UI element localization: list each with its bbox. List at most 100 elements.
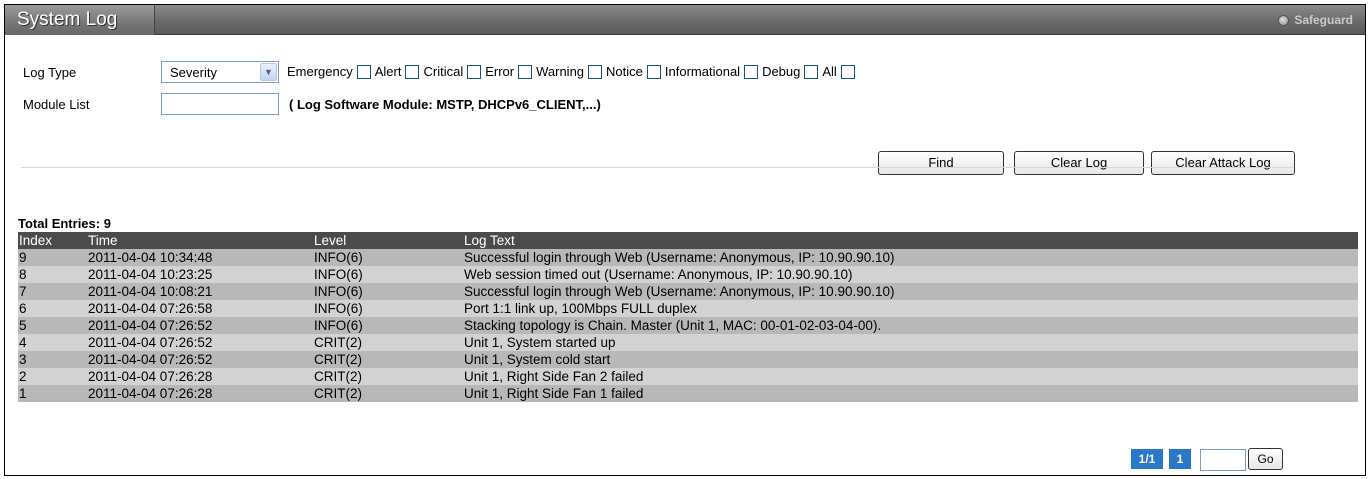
cell-log-text: Unit 1, System cold start — [464, 352, 611, 367]
find-button[interactable]: Find — [878, 151, 1004, 175]
safeguard-label: Safeguard — [1294, 13, 1353, 27]
cell-time: 2011-04-04 10:08:21 — [88, 284, 213, 299]
total-entries: Total Entries: 9 — [18, 216, 111, 231]
warning-checkbox[interactable] — [588, 64, 603, 79]
table-row: 1 2011-04-04 07:26:28 CRIT(2) Unit 1, Ri… — [18, 385, 1358, 402]
clear-log-button[interactable]: Clear Log — [1014, 151, 1144, 175]
cell-index: 1 — [19, 386, 27, 401]
safeguard-status-icon — [1278, 14, 1290, 26]
title-bar: System Log Safeguard — [5, 5, 1365, 35]
severity-notice: Notice — [606, 64, 661, 79]
severity-label: Warning — [536, 64, 585, 79]
table-row: 8 2011-04-04 10:23:25 INFO(6) Web sessio… — [18, 266, 1358, 283]
critical-checkbox[interactable] — [467, 64, 482, 79]
severity-label: Error — [485, 64, 515, 79]
table-row: 5 2011-04-04 07:26:52 INFO(6) Stacking t… — [18, 317, 1358, 334]
cell-index: 2 — [19, 369, 27, 384]
severity-debug: Debug — [762, 64, 819, 79]
cell-level: INFO(6) — [314, 318, 363, 333]
severity-label: Informational — [664, 64, 741, 79]
clear-attack-log-button[interactable]: Clear Attack Log — [1151, 151, 1295, 175]
error-checkbox[interactable] — [518, 64, 533, 79]
cell-level: INFO(6) — [314, 284, 363, 299]
page-1-link[interactable]: 1 — [1169, 449, 1191, 469]
notice-checkbox[interactable] — [646, 64, 661, 79]
all-checkbox[interactable] — [840, 64, 855, 79]
cell-index: 4 — [19, 335, 27, 350]
cell-log-text: Web session timed out (Username: Anonymo… — [464, 267, 853, 282]
section-divider — [21, 167, 1293, 168]
severity-label: Debug — [762, 64, 801, 79]
cell-index: 8 — [19, 267, 27, 282]
severity-critical: Critical — [423, 64, 482, 79]
cell-log-text: Unit 1, Right Side Fan 2 failed — [464, 369, 644, 384]
chevron-down-icon[interactable]: ▼ — [260, 63, 277, 81]
module-list-input[interactable] — [161, 93, 279, 115]
severity-options: Emergency Alert Critical Error Warning N… — [287, 64, 859, 79]
emergency-checkbox[interactable] — [356, 64, 371, 79]
table-row: 4 2011-04-04 07:26:52 CRIT(2) Unit 1, Sy… — [18, 334, 1358, 351]
cell-log-text: Stacking topology is Chain. Master (Unit… — [464, 318, 882, 333]
severity-warning: Warning — [536, 64, 603, 79]
go-button[interactable]: Go — [1248, 448, 1283, 470]
column-header-time: Time — [88, 233, 118, 248]
table-row: 9 2011-04-04 10:34:48 INFO(6) Successful… — [18, 249, 1358, 266]
severity-label: Notice — [606, 64, 643, 79]
system-log-panel: System Log Safeguard Log Type Severity ▼… — [4, 4, 1366, 476]
cell-log-text: Unit 1, Right Side Fan 1 failed — [464, 386, 644, 401]
debug-checkbox[interactable] — [804, 64, 819, 79]
severity-informational: Informational — [664, 64, 759, 79]
severity-all: All — [822, 64, 855, 79]
table-row: 2 2011-04-04 07:26:28 CRIT(2) Unit 1, Ri… — [18, 368, 1358, 385]
cell-time: 2011-04-04 07:26:52 — [88, 335, 213, 350]
severity-label: Alert — [374, 64, 402, 79]
cell-log-text: Successful login through Web (Username: … — [464, 250, 895, 265]
module-list-label: Module List — [23, 97, 90, 112]
cell-level: INFO(6) — [314, 250, 363, 265]
cell-log-text: Unit 1, System started up — [464, 335, 616, 350]
column-header-index: Index — [19, 233, 53, 248]
cell-index: 6 — [19, 301, 27, 316]
module-hint: ( Log Software Module: MSTP, DHCPv6_CLIE… — [289, 97, 601, 112]
table-row: 7 2011-04-04 10:08:21 INFO(6) Successful… — [18, 283, 1358, 300]
cell-time: 2011-04-04 10:23:25 — [88, 267, 213, 282]
column-header-log-text: Log Text — [464, 233, 515, 248]
cell-index: 3 — [19, 352, 27, 367]
alert-checkbox[interactable] — [405, 64, 420, 79]
cell-time: 2011-04-04 10:34:48 — [88, 250, 213, 265]
severity-label: All — [822, 64, 837, 79]
title-tab: System Log — [5, 5, 155, 35]
cell-level: CRIT(2) — [314, 335, 362, 350]
cell-index: 7 — [19, 284, 27, 299]
informational-checkbox[interactable] — [744, 64, 759, 79]
log-type-select[interactable]: Severity ▼ — [161, 61, 279, 83]
page-title: System Log — [17, 9, 118, 30]
severity-alert: Alert — [375, 64, 420, 79]
column-header-level: Level — [314, 233, 347, 248]
cell-time: 2011-04-04 07:26:28 — [88, 386, 213, 401]
table-row: 3 2011-04-04 07:26:52 CRIT(2) Unit 1, Sy… — [18, 351, 1358, 368]
cell-level: CRIT(2) — [314, 352, 362, 367]
cell-index: 9 — [19, 250, 27, 265]
page-number-input[interactable] — [1200, 449, 1246, 471]
severity-error: Error — [485, 64, 533, 79]
cell-level: INFO(6) — [314, 301, 363, 316]
log-type-label: Log Type — [23, 65, 77, 80]
log-table: Index Time Level Log Text 9 2011-04-04 1… — [18, 232, 1358, 402]
cell-time: 2011-04-04 07:26:58 — [88, 301, 213, 316]
cell-log-text: Port 1:1 link up, 100Mbps FULL duplex — [464, 301, 697, 316]
safeguard-indicator: Safeguard — [1278, 13, 1353, 27]
severity-label: Emergency — [287, 64, 353, 79]
table-header: Index Time Level Log Text — [18, 232, 1358, 249]
page-count-badge: 1/1 — [1131, 449, 1163, 469]
cell-level: CRIT(2) — [314, 386, 362, 401]
log-type-selected-value: Severity — [170, 65, 217, 80]
cell-log-text: Successful login through Web (Username: … — [464, 284, 895, 299]
cell-time: 2011-04-04 07:26:28 — [88, 369, 213, 384]
cell-level: CRIT(2) — [314, 369, 362, 384]
cell-level: INFO(6) — [314, 267, 363, 282]
severity-emergency: Emergency — [287, 64, 371, 79]
cell-time: 2011-04-04 07:26:52 — [88, 352, 213, 367]
severity-label: Critical — [423, 64, 464, 79]
cell-time: 2011-04-04 07:26:52 — [88, 318, 213, 333]
